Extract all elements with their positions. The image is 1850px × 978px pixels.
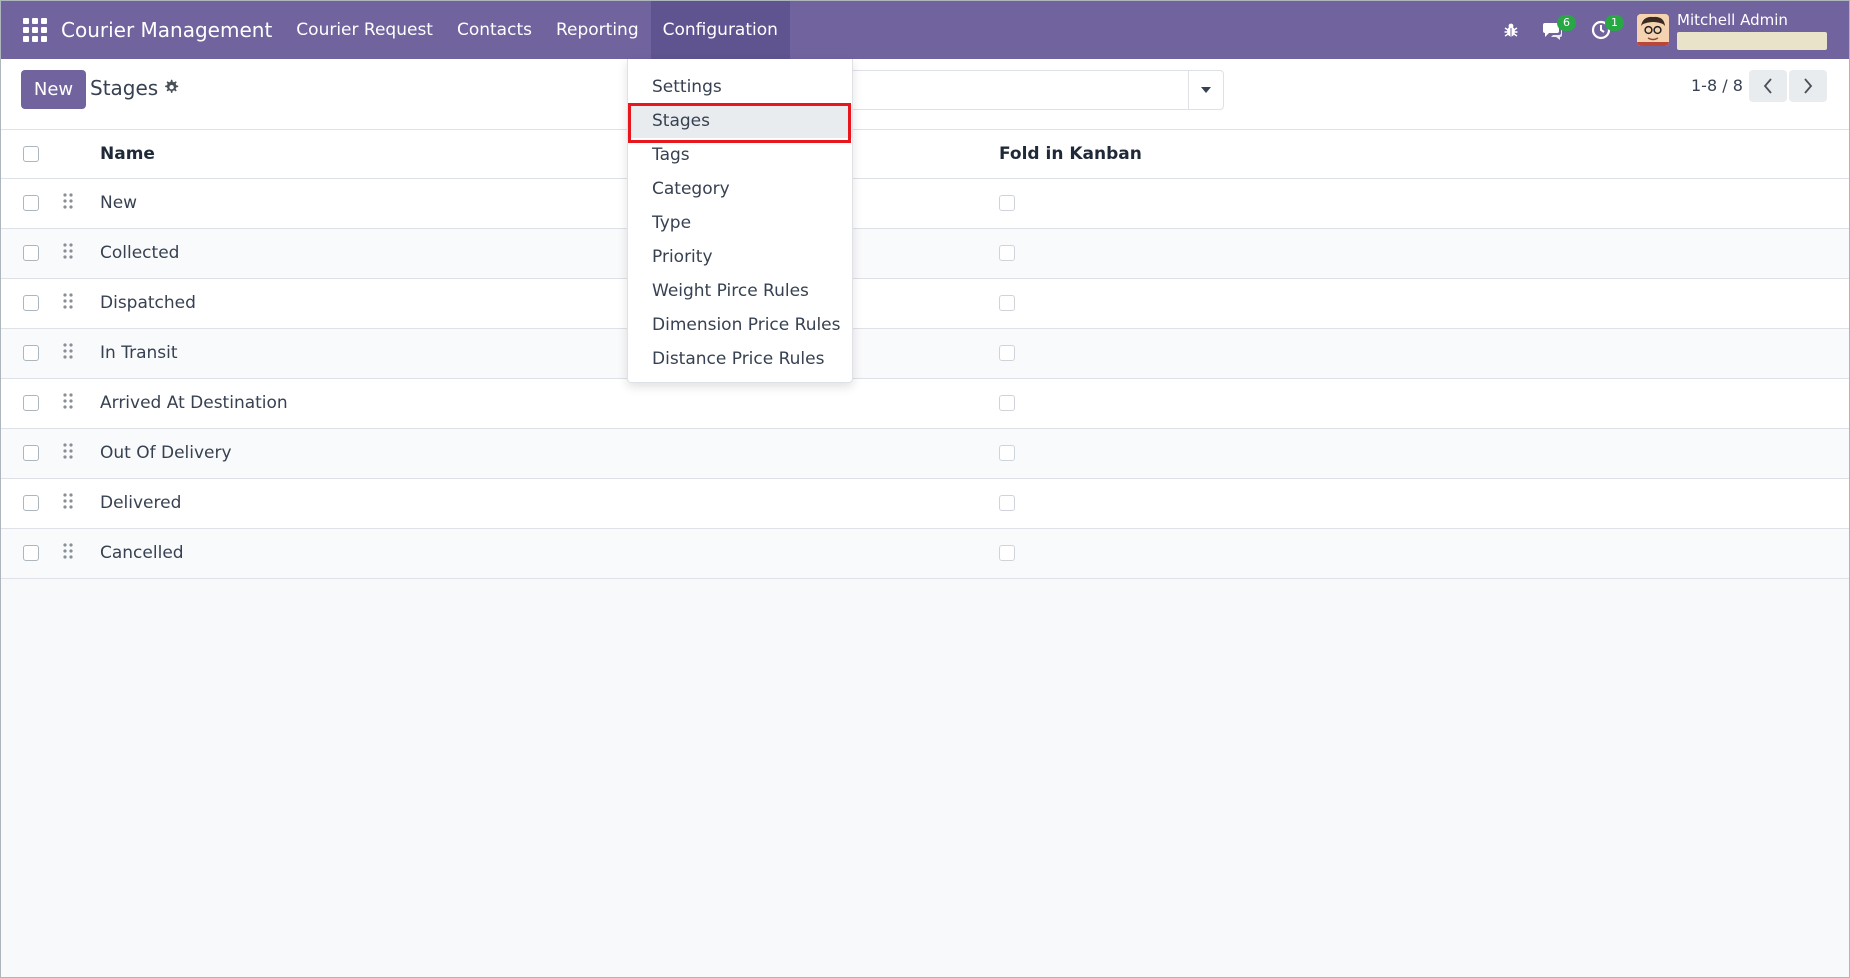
table-row[interactable]: Collected bbox=[1, 228, 1849, 278]
user-menu[interactable]: Mitchell Admin bbox=[1677, 11, 1827, 50]
stages-list: Name Fold in Kanban New Collected Dispatch… bbox=[1, 130, 1849, 579]
search-options-toggle[interactable] bbox=[1188, 70, 1224, 110]
stage-name-cell[interactable]: Collected bbox=[100, 228, 999, 278]
fold-in-kanban-checkbox bbox=[999, 445, 1015, 461]
fold-in-kanban-checkbox bbox=[999, 395, 1015, 411]
user-name: Mitchell Admin bbox=[1677, 10, 1788, 29]
fold-in-kanban-checkbox bbox=[999, 545, 1015, 561]
table-row[interactable]: Cancelled bbox=[1, 528, 1849, 578]
messages-count-badge: 6 bbox=[1557, 15, 1576, 31]
drag-handle-icon[interactable] bbox=[63, 492, 73, 514]
app-brand[interactable]: Courier Management bbox=[61, 18, 272, 42]
row-checkbox[interactable] bbox=[23, 245, 39, 261]
menu-item-priority[interactable]: Priority bbox=[628, 240, 852, 274]
table-row[interactable]: Arrived At Destination bbox=[1, 378, 1849, 428]
pager-previous-button[interactable] bbox=[1749, 70, 1787, 102]
page-title[interactable]: Stages bbox=[90, 76, 158, 100]
apps-grid-icon[interactable] bbox=[23, 18, 47, 42]
fold-in-kanban-checkbox bbox=[999, 195, 1015, 211]
database-name-redacted bbox=[1677, 31, 1827, 50]
menu-item-stages[interactable]: Stages bbox=[628, 104, 852, 138]
menu-configuration[interactable]: Configuration bbox=[650, 1, 790, 59]
menu-item-type[interactable]: Type bbox=[628, 206, 852, 240]
stage-name-cell[interactable]: Dispatched bbox=[100, 278, 999, 328]
menu-item-category[interactable]: Category bbox=[628, 172, 852, 206]
table-row[interactable]: Out Of Delivery bbox=[1, 428, 1849, 478]
search-input[interactable] bbox=[846, 70, 1188, 110]
stage-name-cell[interactable]: Arrived At Destination bbox=[100, 378, 999, 428]
table-row[interactable]: Delivered bbox=[1, 478, 1849, 528]
select-all-checkbox[interactable] bbox=[23, 145, 39, 162]
clock-icon[interactable]: 1 bbox=[1583, 1, 1624, 59]
menu-courier-request[interactable]: Courier Request bbox=[284, 1, 445, 59]
fold-in-kanban-checkbox bbox=[999, 495, 1015, 511]
table-header-row: Name Fold in Kanban bbox=[1, 130, 1849, 178]
menu-reporting[interactable]: Reporting bbox=[544, 1, 651, 59]
configuration-dropdown: Settings Stages Tags Category Type Prior… bbox=[627, 59, 853, 383]
menu-item-weight-price-rules[interactable]: Weight Pirce Rules bbox=[628, 274, 852, 308]
drag-handle-icon[interactable] bbox=[63, 192, 73, 214]
chevron-right-icon bbox=[1804, 78, 1813, 94]
systray: 6 1 Mitchell Admin bbox=[1493, 1, 1849, 59]
menu-item-settings[interactable]: Settings bbox=[628, 70, 852, 104]
pager-value[interactable]: 1-8 / 8 bbox=[1691, 76, 1743, 95]
stage-name-cell[interactable]: Delivered bbox=[100, 478, 999, 528]
drag-handle-icon[interactable] bbox=[63, 542, 73, 564]
drag-handle-icon[interactable] bbox=[63, 292, 73, 314]
fold-in-kanban-checkbox bbox=[999, 345, 1015, 361]
table-row[interactable]: In Transit bbox=[1, 328, 1849, 378]
column-header-name[interactable]: Name bbox=[100, 130, 999, 178]
row-checkbox[interactable] bbox=[23, 195, 39, 211]
activities-count-badge: 1 bbox=[1605, 15, 1624, 31]
menu-contacts[interactable]: Contacts bbox=[445, 1, 544, 59]
menu-item-distance-price-rules[interactable]: Distance Price Rules bbox=[628, 342, 852, 376]
caret-down-icon bbox=[1201, 87, 1211, 93]
control-panel: New Stages 1-8 / 8 bbox=[1, 59, 1849, 130]
chevron-left-icon bbox=[1763, 78, 1772, 94]
fold-in-kanban-checkbox bbox=[999, 295, 1015, 311]
avatar[interactable] bbox=[1637, 14, 1669, 46]
fold-in-kanban-checkbox bbox=[999, 245, 1015, 261]
row-checkbox[interactable] bbox=[23, 545, 39, 561]
row-checkbox[interactable] bbox=[23, 445, 39, 461]
stage-name-cell[interactable]: New bbox=[100, 178, 999, 228]
drag-handle-icon[interactable] bbox=[63, 342, 73, 364]
row-checkbox[interactable] bbox=[23, 295, 39, 311]
row-checkbox[interactable] bbox=[23, 395, 39, 411]
table-row[interactable]: New bbox=[1, 178, 1849, 228]
stage-name-cell[interactable]: In Transit bbox=[100, 328, 999, 378]
menu-item-tags[interactable]: Tags bbox=[628, 138, 852, 172]
drag-handle-icon[interactable] bbox=[63, 242, 73, 264]
stage-name-cell[interactable]: Cancelled bbox=[100, 528, 999, 578]
drag-handle-icon[interactable] bbox=[63, 442, 73, 464]
pager-next-button[interactable] bbox=[1789, 70, 1827, 102]
menu-item-dimension-price-rules[interactable]: Dimension Price Rules bbox=[628, 308, 852, 342]
drag-handle-icon[interactable] bbox=[63, 392, 73, 414]
stage-name-cell[interactable]: Out Of Delivery bbox=[100, 428, 999, 478]
top-navbar: Courier Management Courier Request Conta… bbox=[1, 1, 1849, 59]
new-button[interactable]: New bbox=[21, 70, 86, 109]
bug-icon[interactable] bbox=[1493, 1, 1529, 59]
chat-icon[interactable]: 6 bbox=[1535, 1, 1576, 59]
row-checkbox[interactable] bbox=[23, 345, 39, 361]
table-row[interactable]: Dispatched bbox=[1, 278, 1849, 328]
row-checkbox[interactable] bbox=[23, 495, 39, 511]
column-header-fold-in-kanban[interactable]: Fold in Kanban bbox=[999, 130, 1849, 178]
gear-icon[interactable] bbox=[163, 79, 179, 100]
